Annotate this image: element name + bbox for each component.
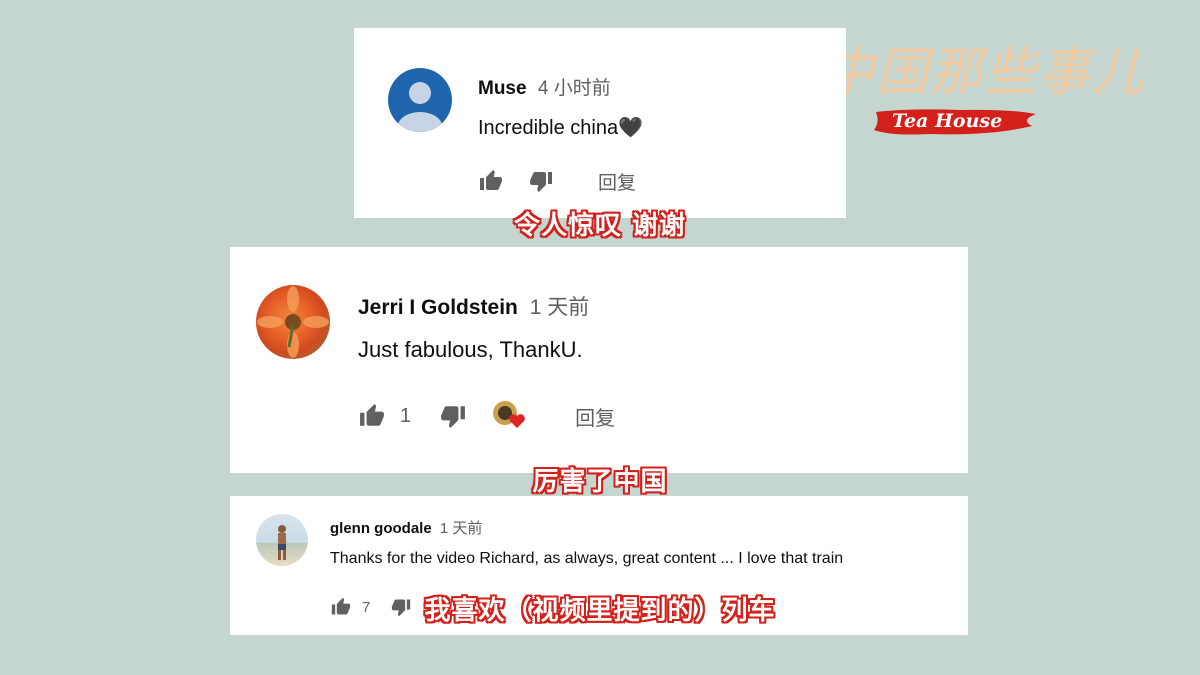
thumbs-up-icon[interactable] <box>478 169 504 193</box>
avatar-beach[interactable] <box>256 514 308 566</box>
thumbs-down-icon[interactable] <box>439 403 467 429</box>
comment-author[interactable]: Jerri I Goldstein <box>358 296 518 319</box>
user-silhouette-icon <box>398 82 442 132</box>
comment-timestamp[interactable]: 1 天前 <box>440 520 483 537</box>
thumbs-down-icon[interactable] <box>528 169 554 193</box>
comment-card-2: Jerri I Goldstein 1 天前 Just fabulous, Th… <box>230 247 968 473</box>
logo-english-title: Tea House <box>892 110 1003 132</box>
comment-timestamp[interactable]: 1 天前 <box>530 296 590 319</box>
subtitle-caption-1: 令人惊叹 谢谢 <box>513 211 687 241</box>
reply-button[interactable]: 回复 <box>598 168 636 195</box>
comment-text: Incredible china🖤 <box>478 117 643 139</box>
subtitle-caption-2: 厉害了中国 <box>532 467 668 497</box>
creator-heart-icon <box>491 400 529 432</box>
subtitle-caption-3: 我喜欢（视频里提到的）列车 <box>424 596 776 626</box>
comment-actions: 1 回复 <box>358 401 615 431</box>
comment-timestamp[interactable]: 4 小时前 <box>538 78 611 99</box>
comment-author[interactable]: glenn goodale <box>330 520 432 537</box>
comment-text: Thanks for the video Richard, as always,… <box>330 550 844 567</box>
avatar-default[interactable] <box>388 68 452 132</box>
comment-text: Just fabulous, ThankU. <box>358 337 583 362</box>
person-photo-icon <box>278 525 286 560</box>
like-count: 1 <box>400 404 412 427</box>
tea-house-logo: 中国那些事儿 Tea House <box>822 30 1152 145</box>
comment-card-1: Muse 4 小时前 Incredible china🖤 回复 <box>354 28 846 218</box>
reply-button[interactable]: 回复 <box>575 402 615 431</box>
avatar-flower[interactable] <box>256 285 330 359</box>
logo-chinese-title: 中国那些事儿 <box>822 43 1147 103</box>
thumbs-up-icon[interactable] <box>358 403 386 429</box>
comment-header: Jerri I Goldstein 1 天前 <box>358 291 589 321</box>
comment-author[interactable]: Muse <box>478 78 527 99</box>
comment-header: Muse 4 小时前 <box>478 73 611 100</box>
flower-photo-icon <box>257 286 329 358</box>
comment-actions: 回复 <box>478 168 636 194</box>
comment-header: glenn goodale 1 天前 <box>330 517 482 538</box>
